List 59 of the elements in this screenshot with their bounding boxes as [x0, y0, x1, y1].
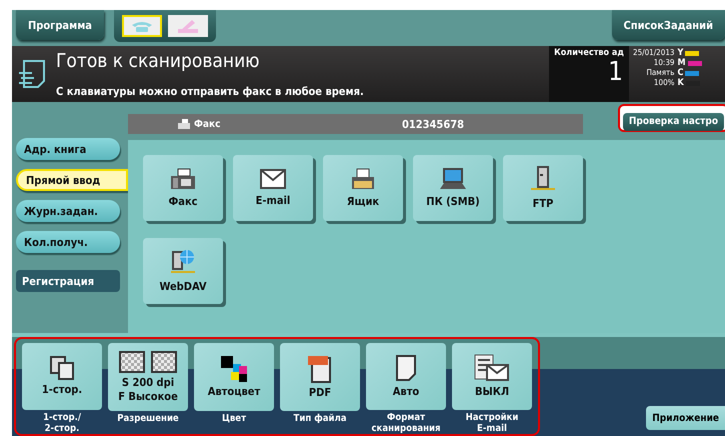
- fax-icon: [178, 119, 190, 129]
- checkered-squares-icon: [119, 351, 177, 374]
- toner-letter: M: [677, 58, 686, 68]
- color-squares-icon: [221, 356, 247, 382]
- laptop-icon: [439, 168, 467, 190]
- status-title: Готов к сканированию: [56, 50, 261, 72]
- function-caption: Разрешение: [117, 414, 179, 424]
- toner-letter: K: [677, 78, 684, 88]
- function-caption: Тип файла: [294, 414, 346, 424]
- fax-icon: [170, 168, 196, 190]
- function-tile[interactable]: 1-стор.: [22, 343, 102, 410]
- destination-tile[interactable]: ПК (SMB): [413, 155, 493, 221]
- destination-tile[interactable]: Факс: [143, 155, 223, 221]
- server-globe-icon: [169, 249, 197, 275]
- destination-type: Факс: [194, 118, 220, 130]
- list-envelope-icon: [474, 354, 510, 382]
- tray-icon: [349, 168, 377, 190]
- function-tile[interactable]: Авто: [366, 343, 446, 410]
- pen-icon: [176, 19, 199, 33]
- count-label: Количество ад: [554, 48, 624, 58]
- destination-number: 012345678: [402, 118, 464, 130]
- pages-icon: [50, 356, 74, 380]
- function-caption: 1-стор./ 2-стор.: [43, 413, 81, 434]
- function-caption: Формат сканирования: [371, 413, 441, 434]
- destination-tile[interactable]: E-mail: [233, 155, 313, 221]
- document-icon: [395, 354, 417, 382]
- server-icon: [529, 166, 557, 192]
- job-list-button[interactable]: СписокЗаданий: [612, 10, 725, 40]
- application-button[interactable]: Приложение: [646, 406, 725, 430]
- function-tile[interactable]: PDF: [280, 343, 360, 411]
- status-message: С клавиатуры можно отправить факс в любое время.: [56, 85, 365, 98]
- toner-letter: Y: [677, 48, 684, 58]
- check-settings-button[interactable]: Проверка настро: [622, 112, 724, 130]
- function-tile[interactable]: S 200 dpi F Высокое: [108, 343, 188, 411]
- memory-label: Память: [646, 68, 674, 78]
- mode-tab[interactable]: [168, 15, 208, 37]
- register-button[interactable]: Регистрация: [16, 270, 120, 292]
- function-caption: Настройки E-mail: [466, 413, 518, 434]
- destination-tile[interactable]: WebDAV: [143, 238, 223, 304]
- memory-value: 100%: [654, 78, 674, 88]
- destination-tile[interactable]: Ящик: [323, 155, 403, 221]
- document-lines-icon: [18, 59, 46, 89]
- function-tile[interactable]: ВЫКЛ: [452, 343, 532, 410]
- sidebar-tab[interactable]: Адр. книга: [16, 138, 120, 160]
- function-tile[interactable]: Автоцвет: [194, 343, 274, 411]
- date-text: 25/01/2013: [633, 48, 674, 58]
- time-text: 10:39: [654, 58, 674, 68]
- sidebar-tab[interactable]: Кол.получ.: [16, 231, 120, 253]
- sidebar-tab[interactable]: Журн.задан.: [16, 200, 120, 222]
- program-button[interactable]: Программа: [16, 10, 104, 40]
- toner-letter: C: [677, 68, 684, 78]
- count-value: 1: [608, 58, 623, 87]
- pdf-document-icon: [307, 354, 333, 383]
- phone-icon: [130, 20, 153, 32]
- sidebar-tab[interactable]: Прямой ввод: [16, 169, 128, 191]
- envelope-icon: [260, 169, 286, 189]
- mode-tab[interactable]: [122, 15, 162, 37]
- destination-tile[interactable]: FTP: [503, 155, 583, 221]
- function-caption: Цвет: [222, 414, 246, 424]
